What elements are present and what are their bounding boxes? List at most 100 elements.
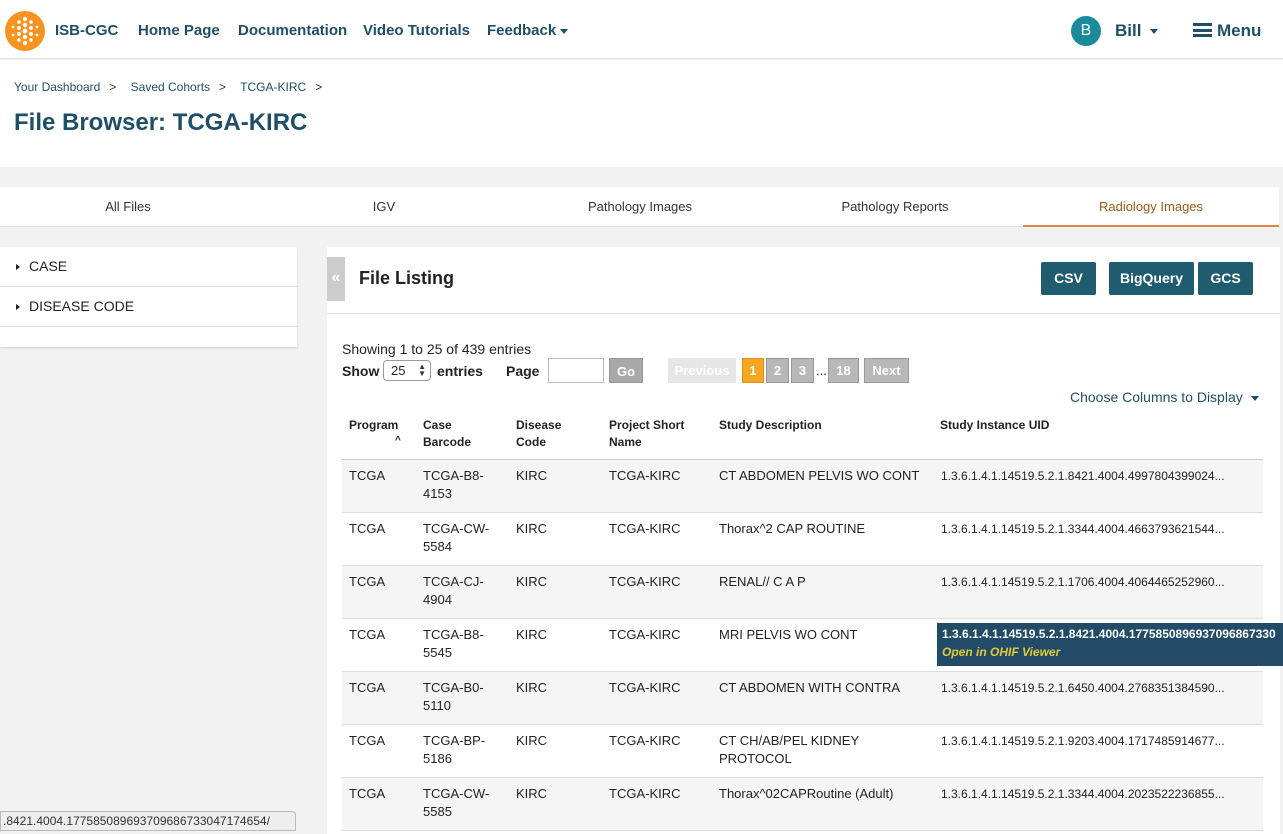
cell-study-uid[interactable]: 1.3.6.1.4.1.14519.5.2.1.8421.4004.499780… [941,467,1253,485]
case-barcode-line2: 5545 [423,645,452,660]
cell-study-description: CT ABDOMEN PELVIS WO CONT [719,468,920,483]
page-1-button[interactable]: 1 [742,358,764,383]
cell-study-uid[interactable]: 1.3.6.1.4.1.14519.5.2.1.6450.4004.276835… [941,679,1253,697]
cell-study-uid[interactable]: 1.3.6.1.4.1.14519.5.2.1.1706.4004.406446… [941,573,1253,591]
table-row[interactable]: TCGA TCGA-CJ- 4904 KIRC TCGA-KIRC RENAL//… [342,566,1263,619]
filter-disease-code-label: DISEASE CODE [29,298,135,314]
case-barcode-line1: TCGA-CJ- [423,574,484,589]
page-2-button[interactable]: 2 [766,358,789,383]
cell-case-barcode[interactable]: TCGA-BP- 5186 [423,732,485,768]
cell-case-barcode[interactable]: TCGA-CW- 5584 [423,520,489,556]
chevron-down-icon [560,28,569,34]
tab-all-files[interactable]: All Files [0,187,256,227]
tab-pathology-reports[interactable]: Pathology Reports [767,187,1023,227]
col-case-barcode-line2: Barcode [423,435,472,449]
cell-study-description: CT CH/AB/PEL KIDNEY PROTOCOL [719,732,859,768]
breadcrumb: Your Dashboard > Saved Cohorts > TCGA-KIRC… [14,80,333,94]
brand-name[interactable]: ISB-CGC [55,22,118,39]
cell-study-uid[interactable]: 1.3.6.1.4.1.14519.5.2.1.9203.4004.171748… [941,732,1253,750]
user-name: Bill [1115,21,1142,40]
nav-feedback[interactable]: Feedback [487,22,569,39]
uid-tooltip[interactable]: 1.3.6.1.4.1.14519.5.2.1.8421.4004.177585… [937,623,1283,666]
breadcrumb-separator: > [219,80,227,94]
open-in-ohif-viewer-link[interactable]: Open in OHIF Viewer [942,645,1278,659]
cell-disease-code: KIRC [516,627,548,642]
cell-case-barcode[interactable]: TCGA-B8- 4153 [423,467,484,503]
page-label: Page [506,363,540,379]
sort-ascending-icon[interactable]: ^ [395,435,401,446]
cell-project: TCGA-KIRC [609,574,681,589]
file-listing-title: File Listing [359,268,455,288]
col-disease-code[interactable]: Disease Code [516,417,561,451]
table-row[interactable]: TCGA TCGA-B0- 5110 KIRC TCGA-KIRC CT ABDO… [342,672,1263,725]
tab-igv[interactable]: IGV [256,187,512,227]
caret-right-icon [16,264,20,270]
gcs-button[interactable]: GCS [1198,262,1253,295]
cell-case-barcode[interactable]: TCGA-B0- 5110 [423,679,484,715]
go-button[interactable]: Go [609,358,643,383]
breadcrumb-cohort[interactable]: TCGA-KIRC [240,80,306,94]
table-row[interactable]: TCGA TCGA-B8- 4153 KIRC TCGA-KIRC CT ABDO… [342,460,1263,513]
col-program[interactable]: Program [349,417,398,434]
cell-study-uid[interactable]: 1.3.6.1.4.1.14519.5.2.1.3344.4004.466379… [941,520,1253,538]
next-page-button[interactable]: Next [864,358,909,383]
filter-case[interactable]: CASE [0,247,297,287]
cell-program: TCGA [349,733,386,748]
page-18-button[interactable]: 18 [828,358,859,383]
cell-disease-code: KIRC [516,733,548,748]
page-3-button[interactable]: 3 [791,358,814,383]
col-project-short-name[interactable]: Project Short Name [609,417,684,451]
case-barcode-line2: 4904 [423,592,452,607]
top-navbar: ISB-CGC Home Page Documentation Video Tu… [0,0,1283,59]
hamburger-icon [1193,23,1212,37]
chevron-down-icon [1250,395,1259,401]
table-row[interactable]: TCGA TCGA-CW- 5584 KIRC TCGA-KIRC Thorax^… [342,513,1263,566]
page-size-select[interactable]: 25 ▲ ▼ [383,360,431,381]
user-menu[interactable]: Bill [1115,21,1159,41]
nav-video-tutorials[interactable]: Video Tutorials [363,22,470,39]
nav-home-page[interactable]: Home Page [138,22,220,39]
menu-label: Menu [1217,21,1262,40]
bigquery-button[interactable]: BigQuery [1109,262,1194,295]
cell-study-uid[interactable]: 1.3.6.1.4.1.14519.5.2.1.3344.4004.202352… [941,785,1253,803]
cell-case-barcode[interactable]: TCGA-CW- 5585 [423,785,489,821]
filter-disease-code[interactable]: DISEASE CODE [0,287,297,327]
col-study-description[interactable]: Study Description [719,417,822,434]
cell-program: TCGA [349,680,386,695]
table-row[interactable]: TCGA TCGA-CW- 5585 KIRC TCGA-KIRC Thorax^… [342,778,1263,831]
col-case-barcode[interactable]: Case Barcode [423,417,471,451]
table-row[interactable]: TCGA TCGA-BP- 5186 KIRC TCGA-KIRC CT CH/A… [342,725,1263,778]
col-disease-code-line2: Code [516,435,546,449]
tab-radiology-images[interactable]: Radiology Images [1023,187,1279,227]
nav-feedback-label: Feedback [487,22,557,39]
page-header: Your Dashboard > Saved Cohorts > TCGA-KIRC… [0,60,1283,167]
cell-program: TCGA [349,574,386,589]
page-size-value: 25 [391,363,406,378]
cell-case-barcode[interactable]: TCGA-B8- 5545 [423,626,484,662]
csv-button[interactable]: CSV [1041,262,1096,295]
previous-page-button[interactable]: Previous [668,358,736,383]
main-menu-button[interactable]: Menu [1193,21,1261,41]
tab-pathology-images[interactable]: Pathology Images [512,187,768,227]
spinner-arrows-icon: ▲ ▼ [418,362,426,378]
case-barcode-line1: TCGA-CW- [423,521,490,536]
collapse-sidebar-icon[interactable]: « [327,257,345,301]
cell-case-barcode[interactable]: TCGA-CJ- 4904 [423,573,484,609]
breadcrumb-dashboard[interactable]: Your Dashboard [14,80,100,94]
isb-cgc-logo-icon[interactable] [5,11,45,51]
cell-project: TCGA-KIRC [609,521,681,536]
col-disease-code-line1: Disease [516,418,562,432]
cell-project: TCGA-KIRC [609,468,681,483]
case-barcode-line2: 5110 [423,698,451,713]
breadcrumb-separator: > [109,80,117,94]
col-study-instance-uid[interactable]: Study Instance UID [940,417,1049,434]
avatar[interactable]: B [1071,16,1101,46]
choose-columns-dropdown[interactable]: Choose Columns to Display [1070,389,1259,405]
nav-documentation[interactable]: Documentation [238,22,347,39]
breadcrumb-saved-cohorts[interactable]: Saved Cohorts [131,80,210,94]
pagination-ellipsis: ... [816,363,827,378]
cell-program: TCGA [349,521,386,536]
case-barcode-line2: 4153 [423,486,452,501]
page-number-input[interactable] [548,358,604,383]
cell-program: TCGA [349,786,386,801]
